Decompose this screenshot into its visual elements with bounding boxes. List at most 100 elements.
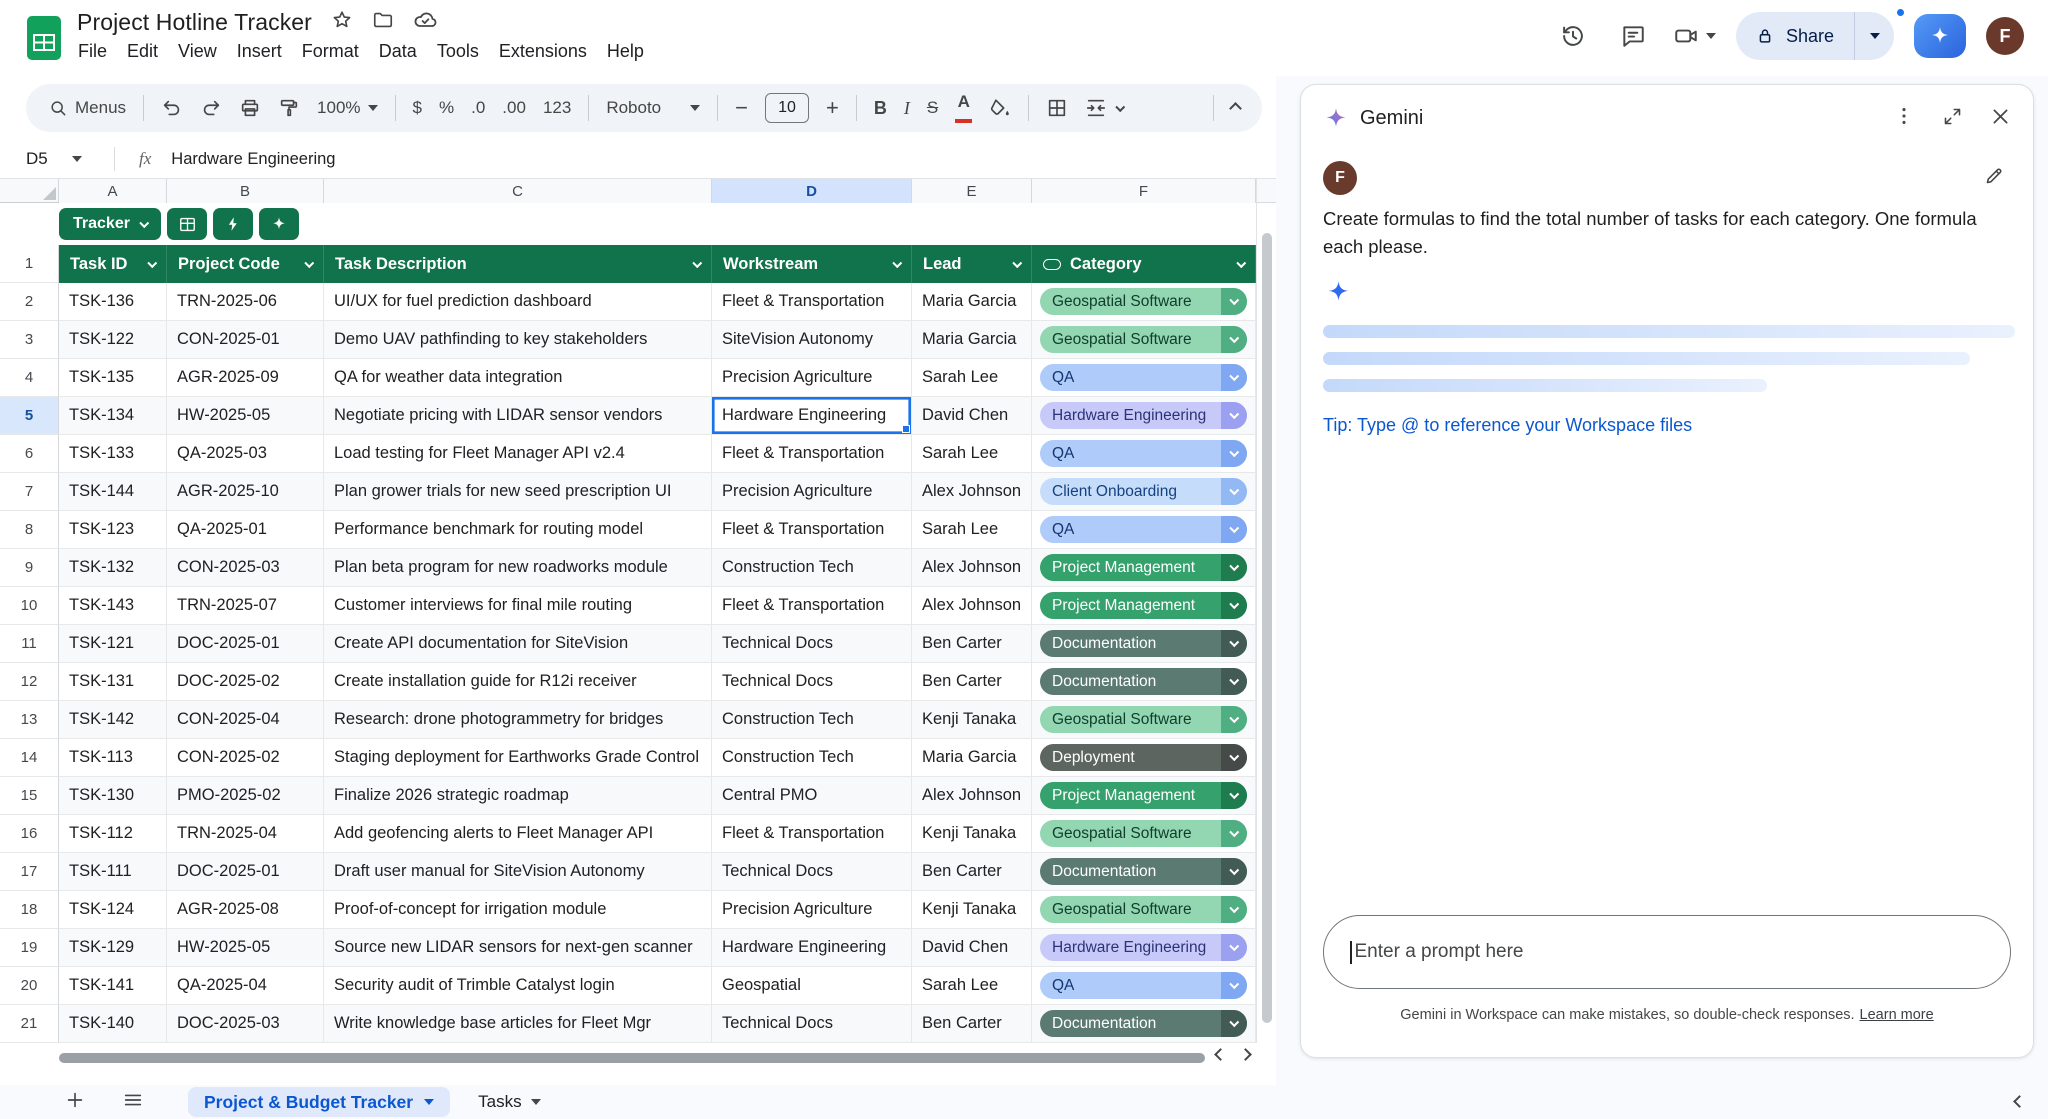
panel-expand-icon[interactable] (1942, 106, 1963, 132)
category-chip-chevron[interactable] (1221, 478, 1247, 505)
increase-font-size-button[interactable]: + (826, 95, 839, 121)
cell-desc[interactable]: Demo UAV pathfinding to key stakeholders (324, 321, 712, 359)
header-cell-task-id[interactable]: Task ID (59, 245, 167, 283)
cell-lead[interactable]: David Chen (912, 929, 1032, 967)
table-quick-action-button[interactable] (213, 208, 253, 240)
cell-category[interactable]: Project Management (1032, 549, 1256, 587)
category-chip-chevron[interactable] (1221, 554, 1247, 581)
cell-lead[interactable]: Ben Carter (912, 625, 1032, 663)
cell-desc[interactable]: Negotiate pricing with LIDAR sensor vend… (324, 397, 712, 435)
cell-desc[interactable]: Performance benchmark for routing model (324, 511, 712, 549)
cell-ws[interactable]: Precision Agriculture (712, 891, 912, 929)
cloud-status-icon[interactable] (413, 8, 437, 37)
cell-ws[interactable]: Fleet & Transportation (712, 511, 912, 549)
category-chip-chevron[interactable] (1221, 782, 1247, 809)
cell-category[interactable]: Project Management (1032, 777, 1256, 815)
cell-desc[interactable]: Customer interviews for final mile routi… (324, 587, 712, 625)
cell-code[interactable]: DOC-2025-01 (167, 625, 324, 663)
share-button[interactable]: Share (1736, 12, 1854, 60)
filter-chevron-icon[interactable] (692, 258, 701, 267)
cell-ws[interactable]: Construction Tech (712, 739, 912, 777)
cell-code[interactable]: HW-2025-05 (167, 929, 324, 967)
category-chip-chevron[interactable] (1221, 820, 1247, 847)
cell-desc[interactable]: Source new LIDAR sensors for next-gen sc… (324, 929, 712, 967)
menu-edit[interactable]: Edit (117, 40, 168, 63)
cell-category[interactable]: Hardware Engineering (1032, 397, 1256, 435)
row-header-14[interactable]: 14 (0, 739, 59, 777)
category-chip-chevron[interactable] (1221, 744, 1247, 771)
row-header-15[interactable]: 15 (0, 777, 59, 815)
category-chip-chevron[interactable] (1221, 934, 1247, 961)
cell-ws[interactable]: Fleet & Transportation (712, 587, 912, 625)
cell-lead[interactable]: Alex Johnson (912, 549, 1032, 587)
cell-lead[interactable]: Alex Johnson (912, 587, 1032, 625)
cell-desc[interactable]: Create API documentation for SiteVision (324, 625, 712, 663)
cell-ws[interactable]: Technical Docs (712, 1005, 912, 1043)
cell-code[interactable]: TRN-2025-04 (167, 815, 324, 853)
category-chip[interactable]: QA (1040, 516, 1247, 543)
document-title[interactable]: Project Hotline Tracker (77, 9, 312, 36)
row-header-12[interactable]: 12 (0, 663, 59, 701)
category-chip[interactable]: Documentation (1040, 858, 1247, 885)
table-name-chip[interactable]: Tracker (59, 208, 161, 240)
cell-category[interactable]: QA (1032, 435, 1256, 473)
cell-ws[interactable]: Fleet & Transportation (712, 815, 912, 853)
cell-category[interactable]: Geospatial Software (1032, 891, 1256, 929)
percent-format-button[interactable]: % (439, 98, 454, 118)
column-header-C[interactable]: C (324, 179, 712, 203)
column-header-F[interactable]: F (1032, 179, 1256, 203)
sheet-tab-dropdown-icon[interactable] (531, 1099, 541, 1105)
borders-button[interactable] (1046, 97, 1068, 119)
panel-close-icon[interactable] (1990, 106, 2011, 132)
cell-id[interactable]: TSK-141 (59, 967, 167, 1005)
sheet-tab-project-budget-tracker[interactable]: Project & Budget Tracker (188, 1087, 450, 1117)
increase-decimal-button[interactable]: .00 (502, 98, 526, 118)
text-color-button[interactable]: A (955, 93, 972, 123)
cell-category[interactable]: Documentation (1032, 663, 1256, 701)
workspace-tip-link[interactable]: Tip: Type @ to reference your Workspace … (1323, 415, 1692, 436)
cell-category[interactable]: QA (1032, 359, 1256, 397)
menu-extensions[interactable]: Extensions (489, 40, 597, 63)
cell-code[interactable]: DOC-2025-02 (167, 663, 324, 701)
decrease-decimal-button[interactable]: .0 (471, 98, 485, 118)
header-cell-workstream[interactable]: Workstream (712, 245, 912, 283)
row-header-21[interactable]: 21 (0, 1005, 59, 1043)
category-chip[interactable]: Project Management (1040, 592, 1247, 619)
category-chip-chevron[interactable] (1221, 402, 1247, 429)
cell-code[interactable]: CON-2025-02 (167, 739, 324, 777)
row-header-9[interactable]: 9 (0, 549, 59, 587)
cell-lead[interactable]: Maria Garcia (912, 283, 1032, 321)
cell-code[interactable]: AGR-2025-09 (167, 359, 324, 397)
vertical-scrollbar-thumb[interactable] (1262, 233, 1272, 1023)
row-header-3[interactable]: 3 (0, 321, 59, 359)
toolbar-collapse-button[interactable] (1231, 104, 1240, 113)
menu-view[interactable]: View (168, 40, 227, 63)
menu-data[interactable]: Data (369, 40, 427, 63)
cell-code[interactable]: QA-2025-01 (167, 511, 324, 549)
cell-code[interactable]: DOC-2025-03 (167, 1005, 324, 1043)
cell-category[interactable]: Project Management (1032, 587, 1256, 625)
version-history-icon[interactable] (1553, 16, 1593, 56)
star-icon[interactable] (331, 9, 353, 36)
cell-id[interactable]: TSK-113 (59, 739, 167, 777)
font-select[interactable]: Roboto (606, 98, 700, 118)
meet-video-button[interactable] (1673, 23, 1716, 49)
comments-icon[interactable] (1613, 16, 1653, 56)
column-header-E[interactable]: E (912, 179, 1032, 203)
sheets-logo[interactable] (26, 15, 62, 66)
category-chip-chevron[interactable] (1221, 592, 1247, 619)
cell-ws[interactable]: Technical Docs (712, 625, 912, 663)
horizontal-scrollbar-thumb[interactable] (59, 1053, 1205, 1063)
cell-lead[interactable]: Ben Carter (912, 853, 1032, 891)
cell-category[interactable]: QA (1032, 511, 1256, 549)
category-chip-chevron[interactable] (1221, 440, 1247, 467)
row-header-13[interactable]: 13 (0, 701, 59, 739)
cell-category[interactable]: Documentation (1032, 853, 1256, 891)
share-dropdown-button[interactable] (1854, 12, 1894, 60)
cell-lead[interactable]: David Chen (912, 397, 1032, 435)
cell-id[interactable]: TSK-131 (59, 663, 167, 701)
category-chip[interactable]: Geospatial Software (1040, 326, 1247, 353)
cell-ws[interactable]: Precision Agriculture (712, 359, 912, 397)
cell-desc[interactable]: Staging deployment for Earthworks Grade … (324, 739, 712, 777)
zoom-select[interactable]: 100% (317, 98, 377, 118)
